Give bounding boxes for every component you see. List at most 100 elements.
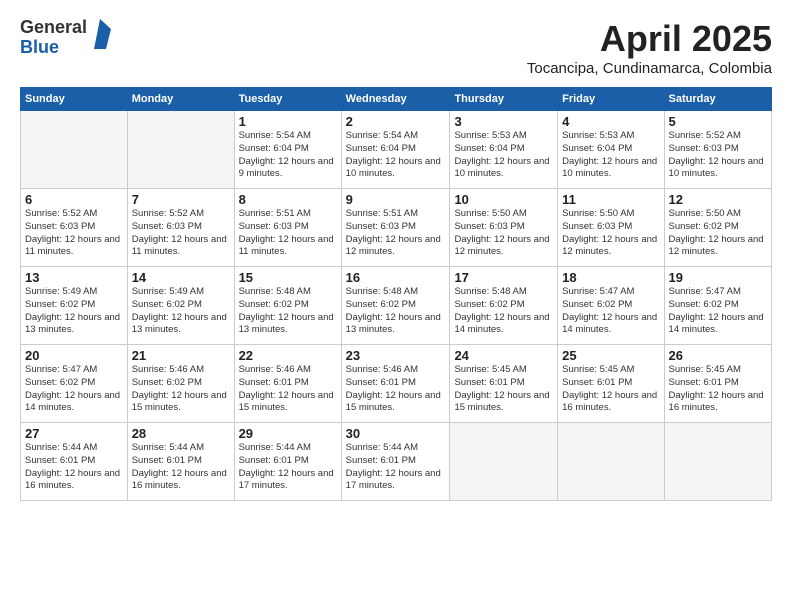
- day-number: 7: [132, 192, 230, 207]
- day-number: 2: [346, 114, 446, 129]
- day-info: Sunrise: 5:44 AM Sunset: 6:01 PM Dayligh…: [346, 442, 446, 493]
- day-info: Sunrise: 5:44 AM Sunset: 6:01 PM Dayligh…: [239, 442, 337, 493]
- month-title: April 2025: [527, 18, 772, 60]
- calendar-cell: 22Sunrise: 5:46 AM Sunset: 6:01 PM Dayli…: [234, 345, 341, 423]
- page: General Blue April 2025 Tocancipa, Cundi…: [0, 0, 792, 612]
- calendar-cell: 8Sunrise: 5:51 AM Sunset: 6:03 PM Daylig…: [234, 189, 341, 267]
- calendar-week-2: 13Sunrise: 5:49 AM Sunset: 6:02 PM Dayli…: [21, 267, 772, 345]
- calendar-table: Sunday Monday Tuesday Wednesday Thursday…: [20, 87, 772, 501]
- day-number: 4: [562, 114, 659, 129]
- calendar-cell: 16Sunrise: 5:48 AM Sunset: 6:02 PM Dayli…: [341, 267, 450, 345]
- day-number: 29: [239, 426, 337, 441]
- calendar-cell: 23Sunrise: 5:46 AM Sunset: 6:01 PM Dayli…: [341, 345, 450, 423]
- day-number: 21: [132, 348, 230, 363]
- calendar-cell: 25Sunrise: 5:45 AM Sunset: 6:01 PM Dayli…: [558, 345, 664, 423]
- header-sunday: Sunday: [21, 88, 128, 111]
- calendar-cell: 20Sunrise: 5:47 AM Sunset: 6:02 PM Dayli…: [21, 345, 128, 423]
- day-number: 20: [25, 348, 123, 363]
- calendar-cell: 1Sunrise: 5:54 AM Sunset: 6:04 PM Daylig…: [234, 111, 341, 189]
- logo-icon: [89, 19, 111, 49]
- calendar-cell: 24Sunrise: 5:45 AM Sunset: 6:01 PM Dayli…: [450, 345, 558, 423]
- day-info: Sunrise: 5:47 AM Sunset: 6:02 PM Dayligh…: [669, 286, 767, 337]
- calendar-week-4: 27Sunrise: 5:44 AM Sunset: 6:01 PM Dayli…: [21, 423, 772, 501]
- day-info: Sunrise: 5:51 AM Sunset: 6:03 PM Dayligh…: [239, 208, 337, 259]
- calendar-cell: 4Sunrise: 5:53 AM Sunset: 6:04 PM Daylig…: [558, 111, 664, 189]
- calendar-cell: 21Sunrise: 5:46 AM Sunset: 6:02 PM Dayli…: [127, 345, 234, 423]
- day-info: Sunrise: 5:44 AM Sunset: 6:01 PM Dayligh…: [132, 442, 230, 493]
- calendar-cell: [21, 111, 128, 189]
- day-number: 13: [25, 270, 123, 285]
- day-number: 19: [669, 270, 767, 285]
- calendar-cell: 28Sunrise: 5:44 AM Sunset: 6:01 PM Dayli…: [127, 423, 234, 501]
- day-number: 12: [669, 192, 767, 207]
- calendar-cell: 7Sunrise: 5:52 AM Sunset: 6:03 PM Daylig…: [127, 189, 234, 267]
- day-number: 27: [25, 426, 123, 441]
- logo-general: General: [20, 17, 87, 37]
- day-number: 6: [25, 192, 123, 207]
- day-info: Sunrise: 5:46 AM Sunset: 6:02 PM Dayligh…: [132, 364, 230, 415]
- day-info: Sunrise: 5:50 AM Sunset: 6:03 PM Dayligh…: [562, 208, 659, 259]
- day-number: 3: [454, 114, 553, 129]
- day-number: 24: [454, 348, 553, 363]
- day-info: Sunrise: 5:52 AM Sunset: 6:03 PM Dayligh…: [25, 208, 123, 259]
- header-saturday: Saturday: [664, 88, 771, 111]
- header-monday: Monday: [127, 88, 234, 111]
- header-friday: Friday: [558, 88, 664, 111]
- calendar-cell: [664, 423, 771, 501]
- calendar-cell: 5Sunrise: 5:52 AM Sunset: 6:03 PM Daylig…: [664, 111, 771, 189]
- calendar-week-0: 1Sunrise: 5:54 AM Sunset: 6:04 PM Daylig…: [21, 111, 772, 189]
- day-number: 9: [346, 192, 446, 207]
- day-info: Sunrise: 5:50 AM Sunset: 6:03 PM Dayligh…: [454, 208, 553, 259]
- day-info: Sunrise: 5:48 AM Sunset: 6:02 PM Dayligh…: [346, 286, 446, 337]
- day-info: Sunrise: 5:48 AM Sunset: 6:02 PM Dayligh…: [454, 286, 553, 337]
- calendar-cell: [127, 111, 234, 189]
- calendar-week-1: 6Sunrise: 5:52 AM Sunset: 6:03 PM Daylig…: [21, 189, 772, 267]
- calendar-cell: 3Sunrise: 5:53 AM Sunset: 6:04 PM Daylig…: [450, 111, 558, 189]
- calendar-cell: 19Sunrise: 5:47 AM Sunset: 6:02 PM Dayli…: [664, 267, 771, 345]
- day-number: 16: [346, 270, 446, 285]
- calendar-cell: 11Sunrise: 5:50 AM Sunset: 6:03 PM Dayli…: [558, 189, 664, 267]
- calendar-cell: [450, 423, 558, 501]
- day-info: Sunrise: 5:49 AM Sunset: 6:02 PM Dayligh…: [132, 286, 230, 337]
- header: General Blue April 2025 Tocancipa, Cundi…: [20, 18, 772, 77]
- day-number: 15: [239, 270, 337, 285]
- day-info: Sunrise: 5:51 AM Sunset: 6:03 PM Dayligh…: [346, 208, 446, 259]
- day-info: Sunrise: 5:54 AM Sunset: 6:04 PM Dayligh…: [346, 130, 446, 181]
- calendar-cell: [558, 423, 664, 501]
- day-number: 25: [562, 348, 659, 363]
- location-title: Tocancipa, Cundinamarca, Colombia: [527, 60, 772, 77]
- day-number: 30: [346, 426, 446, 441]
- day-info: Sunrise: 5:46 AM Sunset: 6:01 PM Dayligh…: [239, 364, 337, 415]
- header-tuesday: Tuesday: [234, 88, 341, 111]
- calendar-cell: 10Sunrise: 5:50 AM Sunset: 6:03 PM Dayli…: [450, 189, 558, 267]
- calendar-cell: 15Sunrise: 5:48 AM Sunset: 6:02 PM Dayli…: [234, 267, 341, 345]
- day-info: Sunrise: 5:45 AM Sunset: 6:01 PM Dayligh…: [454, 364, 553, 415]
- calendar-header-row: Sunday Monday Tuesday Wednesday Thursday…: [21, 88, 772, 111]
- day-number: 22: [239, 348, 337, 363]
- day-info: Sunrise: 5:44 AM Sunset: 6:01 PM Dayligh…: [25, 442, 123, 493]
- day-info: Sunrise: 5:47 AM Sunset: 6:02 PM Dayligh…: [562, 286, 659, 337]
- title-block: April 2025 Tocancipa, Cundinamarca, Colo…: [527, 18, 772, 77]
- calendar-cell: 2Sunrise: 5:54 AM Sunset: 6:04 PM Daylig…: [341, 111, 450, 189]
- day-info: Sunrise: 5:49 AM Sunset: 6:02 PM Dayligh…: [25, 286, 123, 337]
- calendar-cell: 29Sunrise: 5:44 AM Sunset: 6:01 PM Dayli…: [234, 423, 341, 501]
- calendar-cell: 14Sunrise: 5:49 AM Sunset: 6:02 PM Dayli…: [127, 267, 234, 345]
- calendar-cell: 18Sunrise: 5:47 AM Sunset: 6:02 PM Dayli…: [558, 267, 664, 345]
- day-number: 8: [239, 192, 337, 207]
- day-number: 23: [346, 348, 446, 363]
- day-info: Sunrise: 5:46 AM Sunset: 6:01 PM Dayligh…: [346, 364, 446, 415]
- header-thursday: Thursday: [450, 88, 558, 111]
- day-info: Sunrise: 5:54 AM Sunset: 6:04 PM Dayligh…: [239, 130, 337, 181]
- day-info: Sunrise: 5:45 AM Sunset: 6:01 PM Dayligh…: [562, 364, 659, 415]
- header-wednesday: Wednesday: [341, 88, 450, 111]
- logo: General Blue: [20, 18, 111, 58]
- calendar-cell: 30Sunrise: 5:44 AM Sunset: 6:01 PM Dayli…: [341, 423, 450, 501]
- day-number: 10: [454, 192, 553, 207]
- calendar-cell: 17Sunrise: 5:48 AM Sunset: 6:02 PM Dayli…: [450, 267, 558, 345]
- day-info: Sunrise: 5:48 AM Sunset: 6:02 PM Dayligh…: [239, 286, 337, 337]
- day-info: Sunrise: 5:53 AM Sunset: 6:04 PM Dayligh…: [562, 130, 659, 181]
- day-number: 17: [454, 270, 553, 285]
- calendar-cell: 26Sunrise: 5:45 AM Sunset: 6:01 PM Dayli…: [664, 345, 771, 423]
- calendar-cell: 12Sunrise: 5:50 AM Sunset: 6:02 PM Dayli…: [664, 189, 771, 267]
- day-info: Sunrise: 5:47 AM Sunset: 6:02 PM Dayligh…: [25, 364, 123, 415]
